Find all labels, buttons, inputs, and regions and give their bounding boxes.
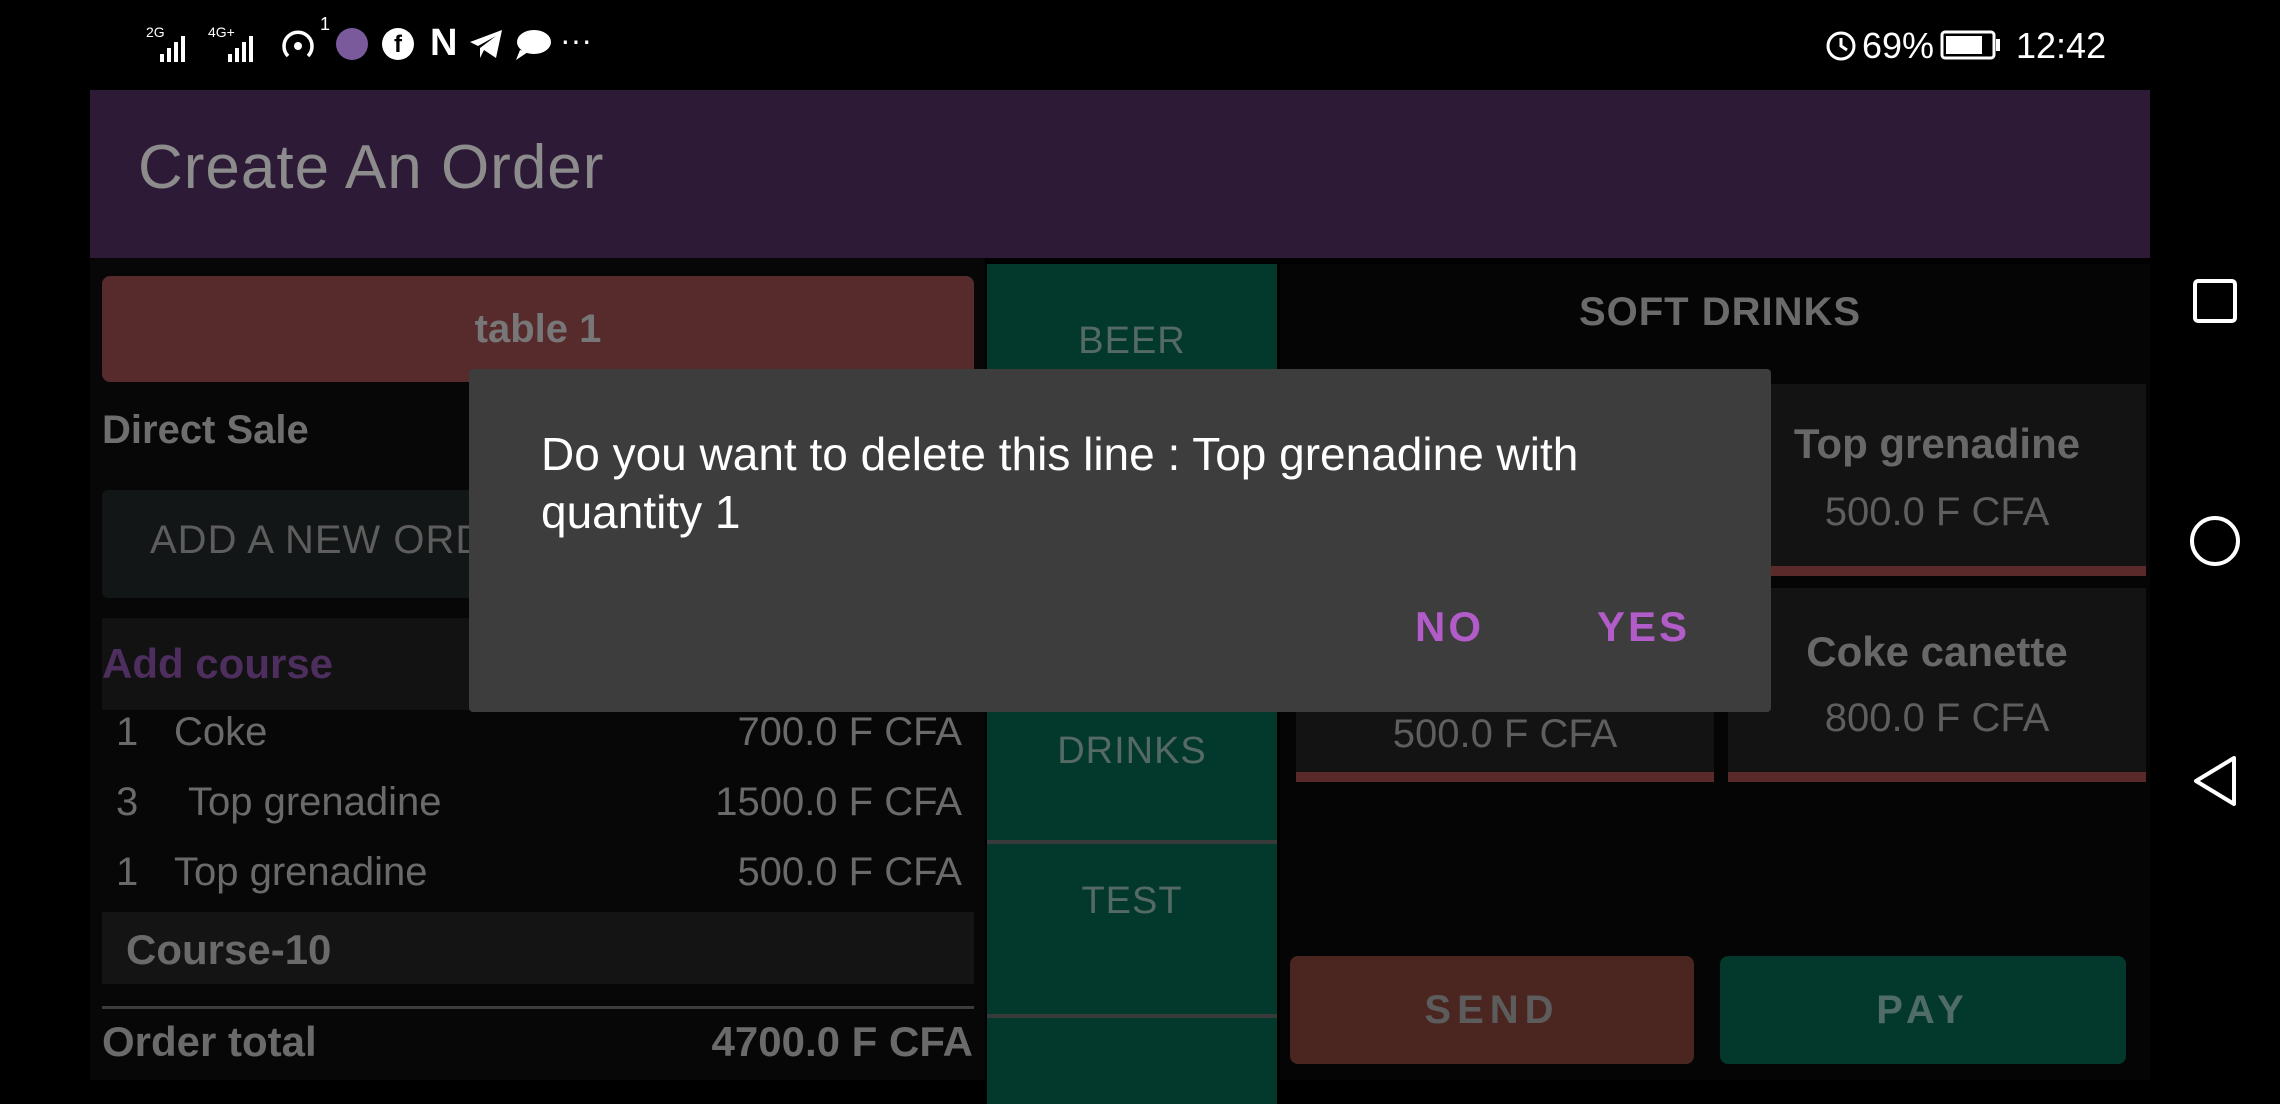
hotspot-icon bbox=[282, 30, 314, 58]
divider bbox=[102, 1006, 974, 1009]
battery-percent: 69% bbox=[1862, 25, 1935, 66]
category-beer[interactable]: BEER bbox=[987, 264, 1277, 374]
chat-icon bbox=[516, 30, 551, 60]
send-button[interactable]: SEND bbox=[1290, 956, 1694, 1064]
recents-icon[interactable] bbox=[2192, 278, 2238, 324]
alarm-icon bbox=[1826, 31, 1856, 61]
delete-line-dialog: Do you want to delete this line : Top gr… bbox=[469, 369, 1771, 712]
line-quantity: 1 bbox=[116, 850, 139, 894]
product-price: 800.0 F CFA bbox=[1824, 696, 2050, 740]
line-name: Top grenadine bbox=[188, 780, 442, 824]
line-quantity: 1 bbox=[116, 710, 139, 754]
course-label: Course-10 bbox=[126, 926, 332, 973]
page-title: Create An Order bbox=[138, 133, 605, 202]
category-test[interactable]: TEST bbox=[987, 850, 1277, 956]
dialog-message: Do you want to delete this line : Top gr… bbox=[541, 428, 1579, 538]
category-divider bbox=[987, 1014, 1277, 1018]
status-bar: 2G 4G+ 1 f N ··· 69% 12:42 bbox=[90, 0, 2150, 90]
order-total-value: 4700.0 F CFA bbox=[711, 1018, 973, 1065]
app-bar: Create An Order bbox=[90, 90, 2150, 258]
product-price: 500.0 F CFA bbox=[1392, 712, 1618, 756]
app-notification-icon bbox=[336, 28, 368, 60]
more-notifications: ··· bbox=[560, 22, 592, 58]
clock: 12:42 bbox=[2016, 25, 2107, 66]
netflix-icon: N bbox=[430, 22, 458, 64]
back-icon[interactable] bbox=[2190, 754, 2240, 808]
category-more[interactable] bbox=[987, 1026, 1277, 1086]
line-price: 500.0 F CFA bbox=[737, 850, 962, 894]
category-title: SOFT DRINKS bbox=[1578, 290, 1862, 334]
line-name: Top grenadine bbox=[174, 850, 428, 894]
direct-sale-label[interactable]: Direct Sale bbox=[102, 408, 309, 453]
product-name: Coke canette bbox=[1806, 628, 2068, 675]
home-icon[interactable] bbox=[2188, 514, 2242, 568]
line-price: 1500.0 F CFA bbox=[715, 780, 962, 824]
telegram-icon bbox=[470, 30, 502, 58]
yes-button[interactable]: YES bbox=[1597, 603, 1690, 651]
order-line[interactable]: 3 Top grenadine 1500.0 F CFA bbox=[102, 772, 962, 834]
add-new-order-label: ADD A NEW ORD bbox=[150, 518, 486, 562]
product-name: Top grenadine bbox=[1793, 420, 2081, 467]
product-price: 500.0 F CFA bbox=[1824, 490, 2050, 534]
battery-icon bbox=[1940, 30, 2000, 60]
category-label: TEST bbox=[1081, 880, 1183, 922]
category-divider bbox=[987, 840, 1277, 844]
category-label: DRINKS bbox=[1057, 730, 1207, 772]
no-button[interactable]: NO bbox=[1415, 603, 1484, 651]
order-total-label: Order total bbox=[102, 1018, 317, 1065]
line-name: Coke bbox=[174, 710, 268, 754]
category-label: BEER bbox=[1078, 320, 1186, 362]
product-card[interactable]: Top grenadine 500.0 F CFA bbox=[1728, 384, 2146, 576]
navigation-bar bbox=[2150, 0, 2280, 1080]
course-header[interactable]: Course-10 bbox=[102, 912, 974, 984]
line-price: 700.0 F CFA bbox=[737, 710, 962, 754]
add-course-label: Add course bbox=[102, 640, 334, 687]
pay-button[interactable]: PAY bbox=[1720, 956, 2126, 1064]
order-line[interactable]: 1 Top grenadine 500.0 F CFA bbox=[102, 842, 962, 904]
product-card[interactable]: 500.0 F CFA bbox=[1296, 712, 1714, 782]
hotspot-count: 1 bbox=[320, 14, 331, 34]
table-select-button[interactable]: table 1 bbox=[102, 276, 974, 382]
line-quantity: 3 bbox=[116, 780, 139, 824]
facebook-icon: f bbox=[382, 28, 414, 60]
product-card[interactable]: Coke canette 800.0 F CFA bbox=[1728, 588, 2146, 782]
